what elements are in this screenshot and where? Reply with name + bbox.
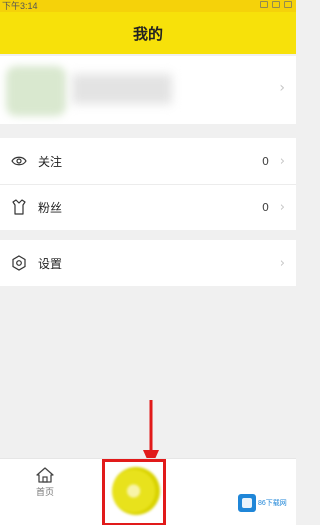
- fans-count: 0: [262, 200, 269, 214]
- watermark: 86下载网: [236, 489, 296, 517]
- home-icon: [36, 467, 54, 483]
- menu-group-social: 关注 0 › 粉丝 0 ›: [0, 138, 296, 230]
- page-title: 我的: [132, 24, 163, 43]
- status-bar: 下午3:14: [0, 0, 296, 12]
- menu-group-settings: 设置 ›: [0, 240, 296, 286]
- profile-name-blurred: [72, 74, 172, 104]
- wifi-icon: [260, 1, 268, 8]
- menu-item-fans[interactable]: 粉丝 0 ›: [0, 184, 296, 230]
- shirt-icon: [10, 198, 28, 216]
- menu-item-label: 粉丝: [38, 200, 63, 215]
- tab-home-label: 首页: [35, 488, 54, 498]
- follow-count: 0: [262, 154, 269, 168]
- chevron-right-icon: ›: [279, 255, 285, 271]
- profile-card[interactable]: ›: [0, 56, 296, 124]
- chevron-right-icon: ›: [279, 199, 285, 215]
- menu-item-label: 关注: [38, 154, 63, 169]
- status-icons: [260, 1, 292, 8]
- create-button-icon[interactable]: [112, 467, 160, 515]
- menu-item-settings[interactable]: 设置 ›: [0, 240, 296, 286]
- menu-item-label: 设置: [38, 256, 63, 271]
- menu-item-follow[interactable]: 关注 0 ›: [0, 138, 296, 184]
- gear-icon: [10, 254, 28, 272]
- watermark-logo-icon: [238, 494, 256, 512]
- chevron-right-icon: ›: [279, 80, 285, 96]
- avatar: [6, 66, 66, 116]
- signal-icon: [272, 1, 280, 8]
- page-header: 我的: [0, 12, 296, 54]
- status-time: 下午3:14: [2, 1, 38, 11]
- eye-icon: [10, 152, 28, 170]
- battery-icon: [284, 1, 292, 8]
- tab-home[interactable]: 首页: [27, 466, 63, 516]
- watermark-text: 86下载网: [258, 499, 287, 507]
- chevron-right-icon: ›: [279, 153, 285, 169]
